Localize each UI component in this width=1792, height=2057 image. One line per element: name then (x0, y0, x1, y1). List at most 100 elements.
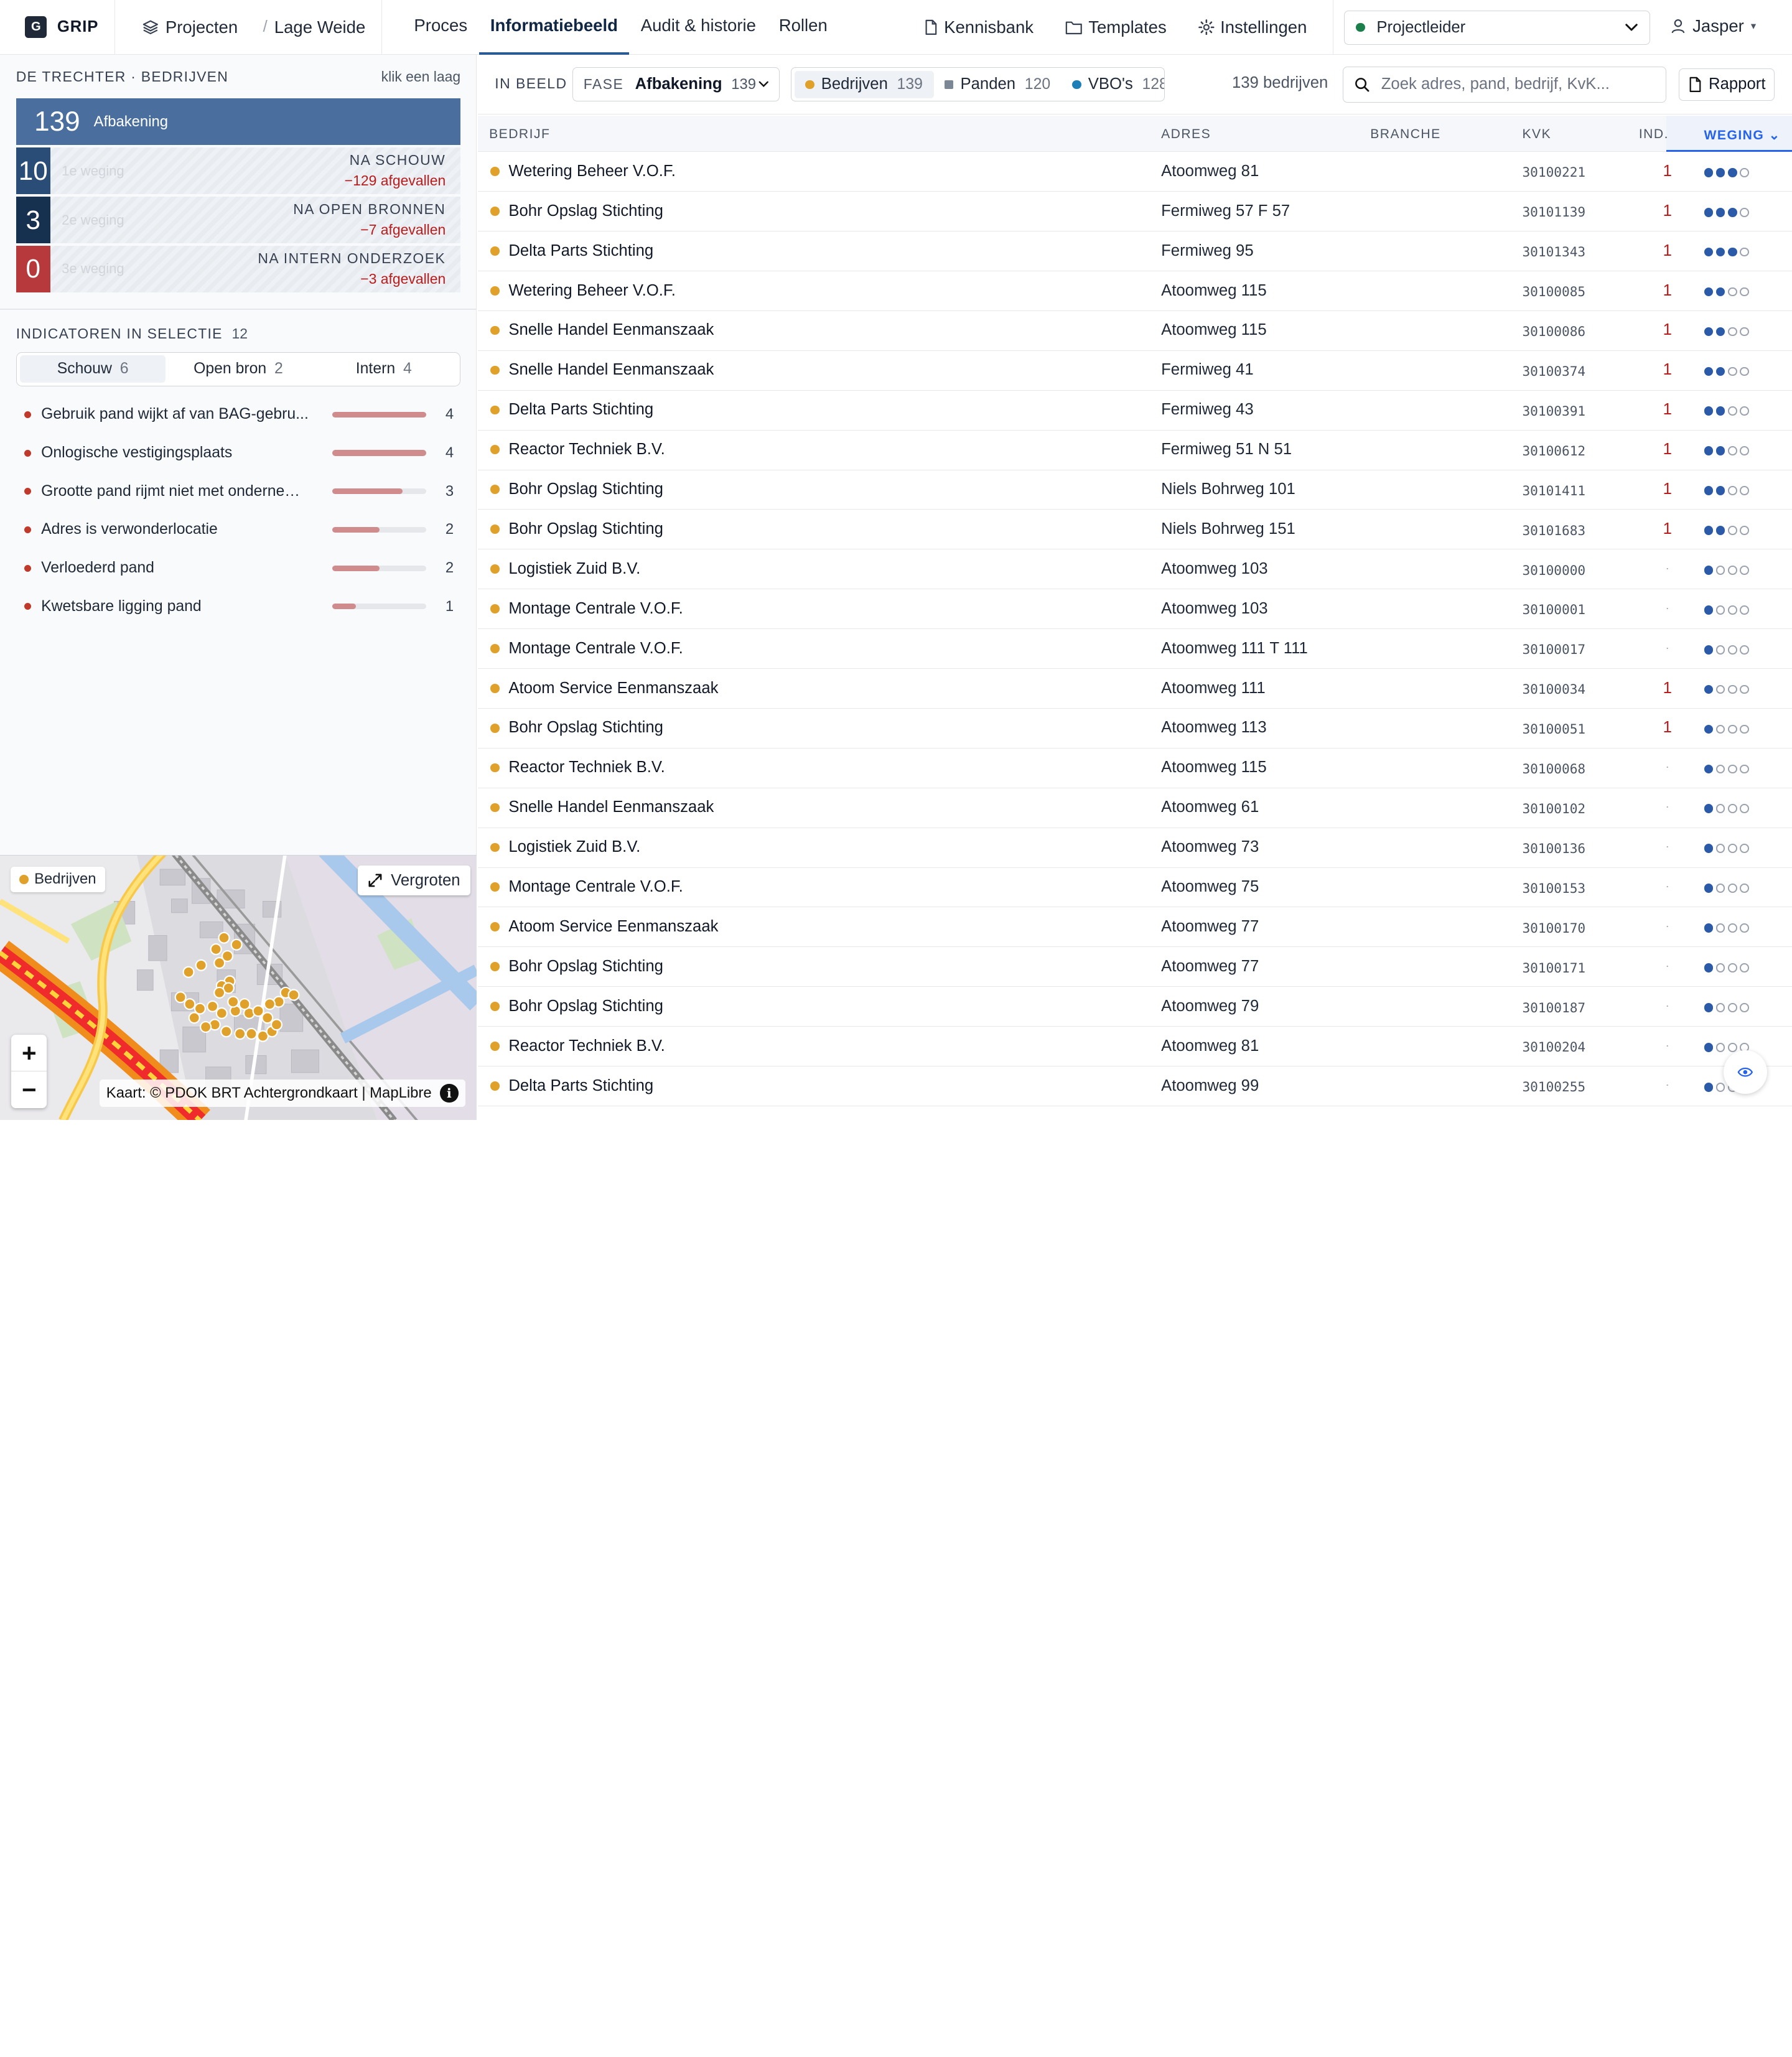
table-row[interactable]: Delta Parts Stichting Fermiweg 43 30100391… (477, 391, 1792, 431)
indicator-bar-fill (332, 604, 357, 610)
seg-tab-open-bron[interactable]: Open bron 2 (166, 355, 311, 383)
table-row[interactable]: Bohr Opslag Stichting Atoomweg 113 3010005… (477, 709, 1792, 749)
type-count: 128 (1142, 75, 1164, 93)
company-marker[interactable] (270, 1019, 283, 1031)
funnel-title: DE TRECHTER · BEDRIJVEN (16, 68, 229, 85)
table-row[interactable]: Montage Centrale V.O.F. Atoomweg 111 T 11… (477, 629, 1792, 669)
funnel-layer-intern-onderzoek[interactable]: 0 3e weging NA INTERN ONDERZOEK −3 afgev… (16, 245, 461, 293)
company-marker[interactable] (234, 1027, 246, 1040)
table-row[interactable]: Bohr Opslag Stichting Niels Bohrweg 151 30… (477, 510, 1792, 550)
company-marker[interactable] (182, 966, 195, 978)
templates-link[interactable]: Templates (1065, 17, 1167, 37)
table-row[interactable]: Bohr Opslag Stichting Fermiweg 57 F 57 301… (477, 192, 1792, 232)
company-marker[interactable] (215, 1007, 228, 1019)
search-input[interactable] (1381, 75, 1645, 94)
table-row[interactable]: Bohr Opslag Stichting Atoomweg 77 30100171… (477, 947, 1792, 987)
tab-audit-historie[interactable]: Audit & historie (629, 0, 767, 55)
weight-dots (1704, 327, 1752, 337)
seg-tab-schouw[interactable]: Schouw 6 (20, 355, 166, 383)
role-status-dot (1356, 22, 1365, 32)
company-marker[interactable] (200, 1020, 212, 1033)
funnel-layer-afbakening[interactable]: 139 Afbakening (16, 98, 461, 146)
col-kvk[interactable]: KVK (1522, 127, 1551, 142)
brand[interactable]: G GRIP (0, 0, 116, 55)
company-marker[interactable] (213, 956, 226, 969)
table-row[interactable]: Logistiek Zuid B.V. Atoomweg 73 30100136 · (477, 828, 1792, 868)
table-row[interactable]: Montage Centrale V.O.F. Atoomweg 75 301001… (477, 868, 1792, 908)
company-marker[interactable] (213, 986, 226, 999)
map-expand-button[interactable]: Vergroten (357, 865, 471, 896)
document-icon (1689, 77, 1701, 93)
weight-dot (1728, 327, 1737, 337)
indicator-row[interactable]: Kwetsbare ligging pand 1 (16, 587, 460, 626)
breadcrumb-current-project[interactable]: Lage Weide (274, 17, 366, 37)
user-menu[interactable]: Jasper ▾ (1671, 16, 1756, 36)
type-bedrijven[interactable]: Bedrijven 139 (795, 70, 935, 98)
col-ind[interactable]: IND. (1639, 127, 1669, 142)
table-row[interactable]: Reactor Techniek B.V. Fermiweg 51 N 51 301… (477, 431, 1792, 470)
company-marker[interactable] (207, 1000, 219, 1012)
company-marker[interactable] (287, 989, 300, 1001)
col-weging[interactable]: WEGING ⌄ (1704, 127, 1781, 143)
weight-dot (1715, 526, 1725, 535)
funnel-layer-schouw[interactable]: 10 1e weging NA SCHOUW −129 afgevallen (16, 147, 461, 195)
company-marker[interactable] (188, 1012, 200, 1024)
company-marker[interactable] (184, 998, 196, 1010)
table-row[interactable]: Reactor Techniek B.V. Atoomweg 81 30100204… (477, 1027, 1792, 1067)
weight-dot (1704, 167, 1714, 177)
tab-informatiebeeld[interactable]: Informatiebeeld (478, 0, 630, 56)
funnel-layer-open-bronnen[interactable]: 3 2e weging NA OPEN BRONNEN −7 afgevalle… (16, 196, 461, 244)
tab-proces[interactable]: Proces (403, 0, 478, 55)
instellingen-link[interactable]: Instellingen (1198, 17, 1307, 37)
visibility-toggle-button[interactable] (1723, 1050, 1767, 1094)
company-marker[interactable] (238, 998, 251, 1010)
table-row[interactable]: Atoom Service Eenmanszaak Atoomweg 111 301… (477, 669, 1792, 709)
company-marker[interactable] (220, 1025, 233, 1038)
table-row[interactable]: Snelle Handel Eenmanszaak Atoomweg 61 3010… (477, 788, 1792, 828)
company-marker[interactable] (174, 991, 187, 1004)
company-marker[interactable] (230, 938, 243, 951)
company-marker[interactable] (245, 1027, 258, 1040)
table-row[interactable]: Snelle Handel Eenmanszaak Atoomweg 115 301… (477, 311, 1792, 351)
kennisbank-link[interactable]: Kennisbank (923, 17, 1034, 37)
table-row[interactable]: Reactor Techniek B.V. Atoomweg 115 3010006… (477, 749, 1792, 788)
breadcrumb-projects[interactable]: Projecten (142, 17, 238, 37)
indicator-row[interactable]: Adres is verwonderlocatie 2 (16, 511, 460, 549)
report-button[interactable]: Rapport (1679, 68, 1775, 101)
map-view[interactable]: Bedrijven Vergroten + − Kaart: © PDOK BR… (0, 854, 477, 1120)
type-panden[interactable]: Panden 120 (934, 71, 1062, 98)
table-row[interactable]: Atoom Service Eenmanszaak Atoomweg 77 3010… (477, 907, 1792, 948)
type-vbos[interactable]: VBO's 128 (1062, 71, 1164, 98)
seg-tab-intern[interactable]: Intern 4 (311, 355, 457, 383)
company-marker[interactable] (252, 1005, 264, 1017)
col-bedrijf[interactable]: BEDRIJF (489, 127, 550, 142)
company-marker[interactable] (263, 998, 276, 1010)
table-row[interactable]: Snelle Handel Eenmanszaak Fermiweg 41 3010… (477, 351, 1792, 391)
col-branche[interactable]: BRANCHE (1370, 127, 1441, 142)
table-row[interactable]: Delta Parts Stichting Atoomweg 99 30100255… (477, 1066, 1792, 1107)
table-row[interactable]: Bohr Opslag Stichting Niels Bohrweg 101 30… (477, 470, 1792, 510)
company-marker[interactable] (261, 1012, 274, 1024)
role-select[interactable]: Projectleider (1343, 10, 1651, 45)
company-marker[interactable] (210, 943, 222, 956)
table-row[interactable]: Logistiek Zuid B.V. Atoomweg 103 30100000 · (477, 549, 1792, 590)
zoom-in-button[interactable]: + (11, 1035, 47, 1071)
company-marker[interactable] (218, 931, 230, 944)
phase-select[interactable]: FASE Afbakening 139 (572, 67, 780, 102)
table-row[interactable]: Montage Centrale V.O.F. Atoomweg 103 30100… (477, 589, 1792, 630)
indicator-row[interactable]: Grootte pand rijmt niet met ondernem... 3 (16, 472, 460, 511)
weight-dot (1728, 406, 1737, 416)
table-row[interactable]: Delta Parts Stichting Fermiweg 95 30101343… (477, 231, 1792, 271)
indicator-row[interactable]: Gebruik pand wijkt af van BAG-gebru... 4 (16, 395, 460, 434)
table-row[interactable]: Wetering Beheer V.O.F. Atoomweg 115 301000… (477, 271, 1792, 311)
company-marker[interactable] (227, 996, 240, 1008)
tab-rollen[interactable]: Rollen (767, 0, 839, 55)
col-adres[interactable]: ADRES (1161, 127, 1211, 142)
zoom-out-button[interactable]: − (11, 1071, 47, 1108)
info-icon[interactable]: i (440, 1084, 459, 1103)
table-row[interactable]: Bohr Opslag Stichting Atoomweg 79 30100187… (477, 987, 1792, 1027)
indicator-row[interactable]: Onlogische vestigingsplaats 4 (16, 434, 460, 472)
company-marker[interactable] (195, 959, 207, 971)
indicator-row[interactable]: Verloederd pand 2 (16, 549, 460, 587)
table-row[interactable]: Wetering Beheer V.O.F. Atoomweg 81 3010022… (477, 152, 1792, 192)
